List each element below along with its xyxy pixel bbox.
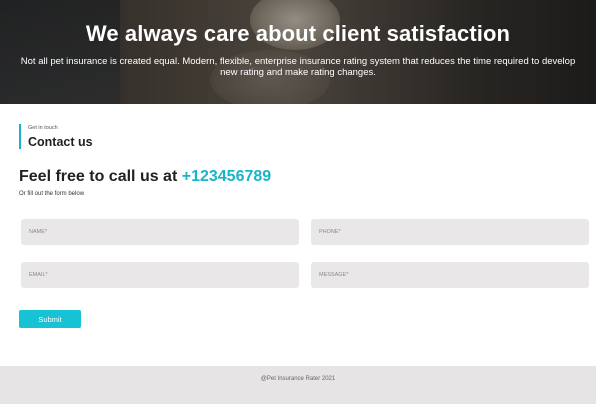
contact-title: Contact us [28, 135, 93, 149]
call-prefix: Feel free to call us at [19, 168, 182, 185]
contact-heading: Get in touch Contact us [19, 124, 93, 149]
hero-title: We always care about client satisfaction [85, 21, 511, 46]
footer-copyright: @Pet Insurance Rater 2021 [260, 376, 336, 382]
call-us-heading: Feel free to call us at +123456789 [19, 168, 271, 186]
hero-description: Not all pet insurance is created equal. … [20, 56, 576, 78]
submit-button[interactable]: Submit [19, 310, 81, 328]
phone-input[interactable] [311, 219, 589, 245]
name-input[interactable] [21, 219, 299, 245]
form-subtext: Or fill out the form below [19, 191, 85, 197]
phone-number-link[interactable]: +123456789 [182, 168, 271, 185]
contact-section: Get in touch Contact us Feel free to cal… [0, 104, 596, 366]
hero-content: We always care about client satisfaction… [0, 0, 596, 104]
message-input[interactable] [311, 262, 589, 288]
hero-banner: We always care about client satisfaction… [0, 0, 596, 104]
email-input[interactable] [21, 262, 299, 288]
footer: @Pet Insurance Rater 2021 [0, 366, 596, 404]
contact-eyebrow: Get in touch [28, 125, 58, 131]
